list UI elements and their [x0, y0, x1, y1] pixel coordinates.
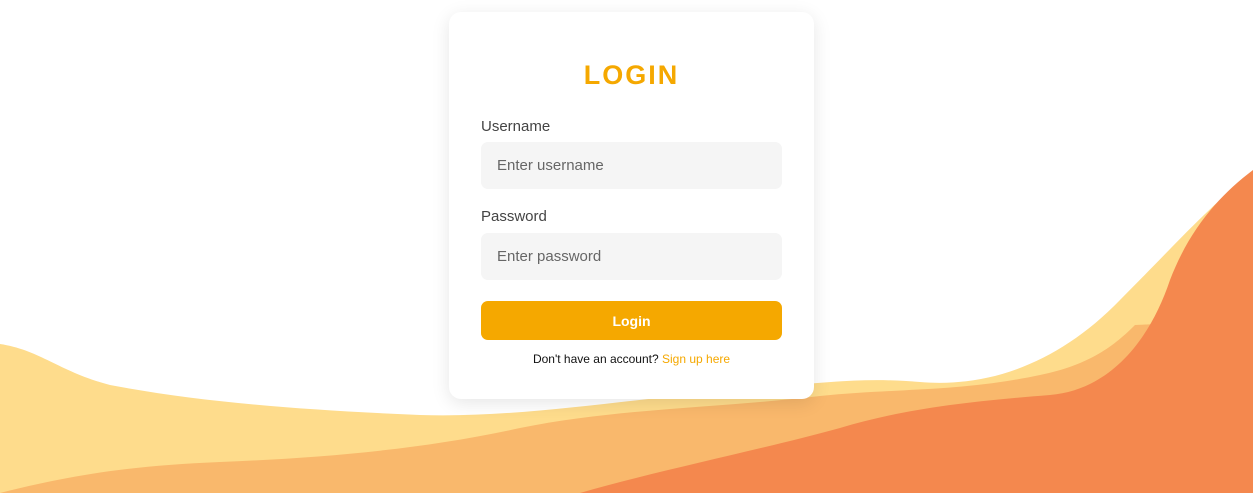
password-label: Password: [481, 208, 547, 225]
username-label: Username: [481, 118, 551, 135]
login-button[interactable]: Login: [481, 301, 782, 340]
username-input[interactable]: [481, 142, 782, 189]
signup-link[interactable]: Sign up here: [662, 352, 730, 366]
login-card: LOGIN Username Password Login Don't have…: [449, 12, 814, 399]
signup-prompt-line: Don't have an account? Sign up here: [449, 352, 814, 366]
login-title: LOGIN: [583, 60, 680, 90]
login-page: LOGIN Username Password Login Don't have…: [0, 0, 1253, 493]
signup-prompt-text: Don't have an account?: [532, 352, 659, 366]
password-input[interactable]: [481, 233, 782, 280]
